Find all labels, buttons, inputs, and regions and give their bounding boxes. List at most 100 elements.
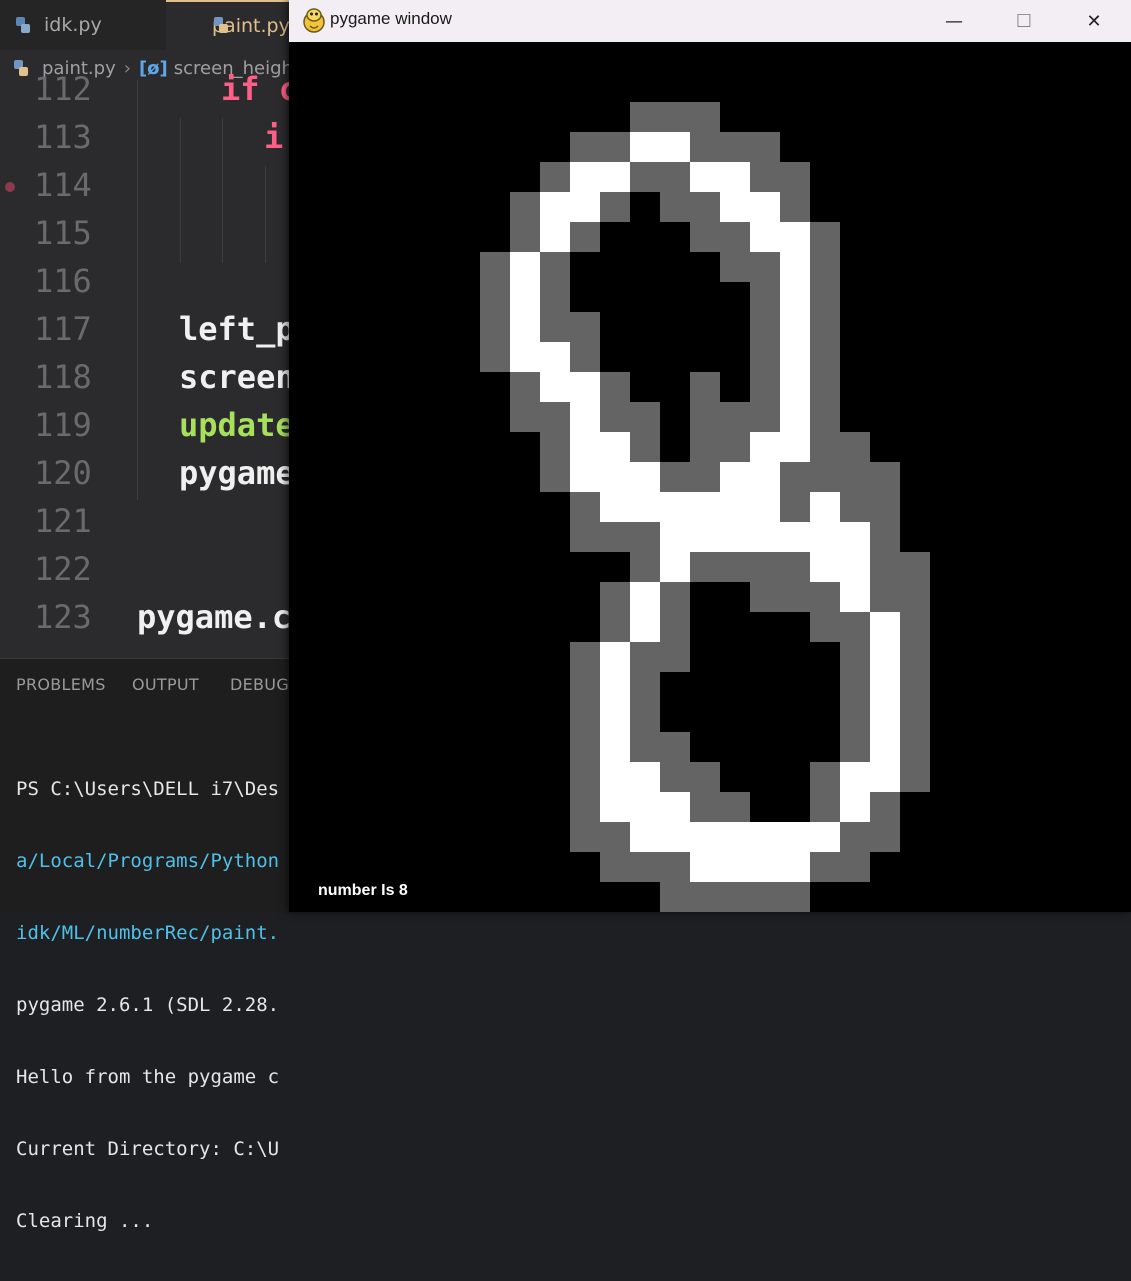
- pixel-gray[interactable]: [480, 252, 510, 282]
- pixel-white[interactable]: [600, 462, 630, 492]
- pixel-white[interactable]: [810, 552, 840, 582]
- pixel-gray[interactable]: [690, 462, 720, 492]
- pixel-gray[interactable]: [810, 462, 840, 492]
- pixel-gray[interactable]: [630, 432, 660, 462]
- pixel-white[interactable]: [870, 702, 900, 732]
- pixel-gray[interactable]: [720, 882, 750, 912]
- pixel-gray[interactable]: [630, 402, 660, 432]
- pixel-white[interactable]: [690, 852, 720, 882]
- pixel-gray[interactable]: [720, 552, 750, 582]
- pixel-white[interactable]: [840, 552, 870, 582]
- pixel-white[interactable]: [600, 162, 630, 192]
- pixel-white[interactable]: [540, 342, 570, 372]
- pixel-gray[interactable]: [480, 342, 510, 372]
- close-button[interactable]: ✕: [1059, 0, 1129, 42]
- pixel-gray[interactable]: [900, 762, 930, 792]
- pixel-gray[interactable]: [690, 102, 720, 132]
- pixel-gray[interactable]: [690, 222, 720, 252]
- pixel-gray[interactable]: [810, 612, 840, 642]
- pixel-gray[interactable]: [780, 462, 810, 492]
- pixel-white[interactable]: [660, 132, 690, 162]
- pixel-gray[interactable]: [900, 582, 930, 612]
- pixel-gray[interactable]: [840, 732, 870, 762]
- pixel-gray[interactable]: [660, 192, 690, 222]
- pixel-gray[interactable]: [780, 552, 810, 582]
- pixel-white[interactable]: [780, 312, 810, 342]
- pixel-gray[interactable]: [510, 402, 540, 432]
- pixel-gray[interactable]: [870, 582, 900, 612]
- pixel-gray[interactable]: [510, 222, 540, 252]
- pixel-gray[interactable]: [600, 522, 630, 552]
- pixel-gray[interactable]: [540, 432, 570, 462]
- pixel-gray[interactable]: [660, 882, 690, 912]
- pixel-white[interactable]: [570, 432, 600, 462]
- pixel-white[interactable]: [780, 252, 810, 282]
- pixel-gray[interactable]: [600, 822, 630, 852]
- pixel-gray[interactable]: [840, 462, 870, 492]
- pixel-gray[interactable]: [570, 132, 600, 162]
- pixel-gray[interactable]: [660, 102, 690, 132]
- pixel-white[interactable]: [570, 192, 600, 222]
- pixel-white[interactable]: [690, 162, 720, 192]
- pixel-gray[interactable]: [660, 732, 690, 762]
- pixel-gray[interactable]: [780, 882, 810, 912]
- pixel-white[interactable]: [780, 282, 810, 312]
- pixel-gray[interactable]: [570, 732, 600, 762]
- pixel-gray[interactable]: [720, 222, 750, 252]
- pixel-gray[interactable]: [540, 312, 570, 342]
- pixel-white[interactable]: [630, 582, 660, 612]
- pixel-gray[interactable]: [630, 102, 660, 132]
- pixel-white[interactable]: [600, 702, 630, 732]
- pixel-white[interactable]: [870, 762, 900, 792]
- pixel-gray[interactable]: [630, 852, 660, 882]
- pixel-gray[interactable]: [570, 642, 600, 672]
- pixel-gray[interactable]: [810, 282, 840, 312]
- pixel-gray[interactable]: [600, 132, 630, 162]
- pixel-gray[interactable]: [750, 252, 780, 282]
- pixel-gray[interactable]: [810, 312, 840, 342]
- pixel-white[interactable]: [510, 282, 540, 312]
- pixel-gray[interactable]: [900, 672, 930, 702]
- pixel-gray[interactable]: [540, 282, 570, 312]
- pixel-white[interactable]: [660, 552, 690, 582]
- terminal-output[interactable]: PS C:\Users\DELL i7\Des a/Local/Programs…: [16, 729, 279, 1281]
- pixel-gray[interactable]: [690, 132, 720, 162]
- pixel-gray[interactable]: [810, 222, 840, 252]
- maximize-button[interactable]: ☐: [989, 0, 1059, 42]
- tab-output[interactable]: OUTPUT: [132, 675, 199, 694]
- pixel-white[interactable]: [510, 312, 540, 342]
- pixel-gray[interactable]: [540, 462, 570, 492]
- pixel-gray[interactable]: [720, 252, 750, 282]
- pixel-white[interactable]: [780, 852, 810, 882]
- tab-problems[interactable]: PROBLEMS: [16, 675, 106, 694]
- pixel-gray[interactable]: [630, 732, 660, 762]
- pixel-white[interactable]: [720, 522, 750, 552]
- pixel-gray[interactable]: [690, 402, 720, 432]
- pixel-gray[interactable]: [870, 792, 900, 822]
- pixel-gray[interactable]: [780, 162, 810, 192]
- pixel-gray[interactable]: [810, 372, 840, 402]
- pixel-white[interactable]: [600, 672, 630, 702]
- pixel-gray[interactable]: [600, 852, 630, 882]
- pixel-gray[interactable]: [810, 582, 840, 612]
- pixel-gray[interactable]: [870, 552, 900, 582]
- pixel-white[interactable]: [630, 462, 660, 492]
- pixel-gray[interactable]: [690, 882, 720, 912]
- pixel-white[interactable]: [630, 822, 660, 852]
- pixel-gray[interactable]: [570, 702, 600, 732]
- pixel-gray[interactable]: [690, 192, 720, 222]
- pixel-white[interactable]: [600, 792, 630, 822]
- pixel-white[interactable]: [750, 492, 780, 522]
- pixel-gray[interactable]: [480, 312, 510, 342]
- pixel-gray[interactable]: [630, 672, 660, 702]
- pixel-white[interactable]: [840, 792, 870, 822]
- pixel-white[interactable]: [660, 492, 690, 522]
- pixel-white[interactable]: [840, 522, 870, 552]
- pixel-white[interactable]: [600, 642, 630, 672]
- pixel-gray[interactable]: [810, 402, 840, 432]
- pixel-white[interactable]: [600, 432, 630, 462]
- pixel-white[interactable]: [690, 492, 720, 522]
- pixel-white[interactable]: [630, 132, 660, 162]
- pixel-white[interactable]: [690, 522, 720, 552]
- pygame-window[interactable]: pygame window — ☐ ✕ number Is 8: [289, 0, 1131, 912]
